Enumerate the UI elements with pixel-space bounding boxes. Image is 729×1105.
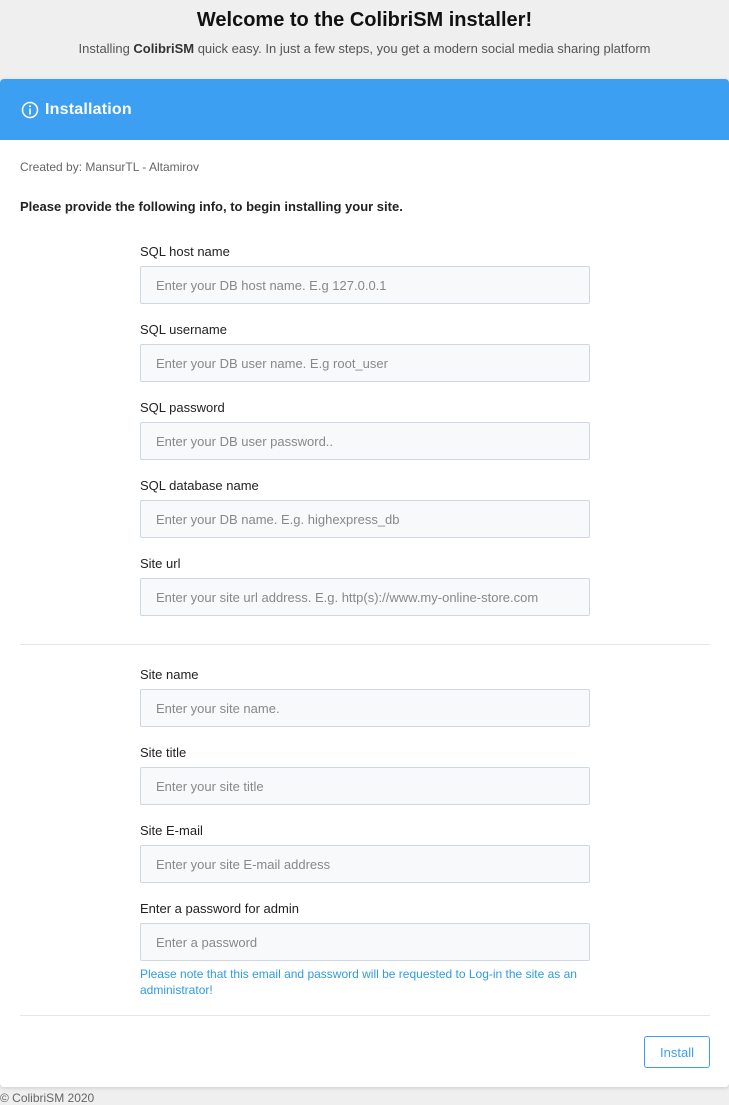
site-url-input[interactable] bbox=[140, 578, 590, 616]
site-email-input[interactable] bbox=[140, 845, 590, 883]
sql-username-field: SQL username bbox=[140, 322, 590, 382]
admin-password-field: Enter a password for admin bbox=[140, 901, 590, 961]
subtitle-brand: ColibriSM bbox=[133, 41, 195, 56]
page-title: Welcome to the ColibriSM installer! bbox=[196, 9, 533, 31]
sql-database-field: SQL database name bbox=[140, 478, 590, 538]
info-circle-icon bbox=[21, 101, 39, 119]
instructions-text: Please provide the following info, to be… bbox=[20, 199, 403, 214]
site-url-label: Site url bbox=[140, 556, 181, 571]
site-email-field: Site E-mail bbox=[140, 823, 590, 883]
site-title-field: Site title bbox=[140, 745, 590, 805]
card-title: Installation bbox=[45, 100, 132, 118]
admin-password-label: Enter a password for admin bbox=[140, 901, 299, 916]
section-divider bbox=[20, 644, 710, 645]
created-by-text: Created by: MansurTL - Altamirov bbox=[20, 160, 199, 174]
site-url-field: Site url bbox=[140, 556, 590, 616]
sql-username-label: SQL username bbox=[140, 322, 227, 337]
sql-password-label: SQL password bbox=[140, 400, 225, 415]
site-email-label: Site E-mail bbox=[140, 823, 203, 838]
site-name-field: Site name bbox=[140, 667, 590, 727]
install-button[interactable]: Install bbox=[644, 1036, 710, 1068]
sql-host-field: SQL host name bbox=[140, 244, 590, 304]
sql-password-field: SQL password bbox=[140, 400, 590, 460]
footer-divider bbox=[20, 1015, 710, 1016]
sql-password-input[interactable] bbox=[140, 422, 590, 460]
card-header: Installation bbox=[0, 79, 729, 140]
sql-database-input[interactable] bbox=[140, 500, 590, 538]
sql-host-input[interactable] bbox=[140, 266, 590, 304]
admin-password-input[interactable] bbox=[140, 923, 590, 961]
sql-username-input[interactable] bbox=[140, 344, 590, 382]
installer-card: Installation Created by: MansurTL - Alta… bbox=[0, 79, 729, 1087]
copyright-footer: © ColibriSM 2020 bbox=[0, 1091, 95, 1105]
page-subtitle: Installing ColibriSM quick easy. In just… bbox=[0, 41, 729, 57]
sql-database-label: SQL database name bbox=[140, 478, 259, 493]
sql-host-label: SQL host name bbox=[140, 244, 230, 259]
site-title-label: Site title bbox=[140, 745, 187, 760]
admin-credentials-note: Please note that this email and password… bbox=[140, 967, 577, 997]
subtitle-prefix: Installing bbox=[78, 41, 134, 56]
site-title-input[interactable] bbox=[140, 767, 590, 805]
site-name-label: Site name bbox=[140, 667, 199, 682]
subtitle-suffix: quick easy. In just a few steps, you get… bbox=[194, 41, 651, 56]
site-name-input[interactable] bbox=[140, 689, 590, 727]
page-header: Welcome to the ColibriSM installer! Inst… bbox=[0, 0, 729, 79]
